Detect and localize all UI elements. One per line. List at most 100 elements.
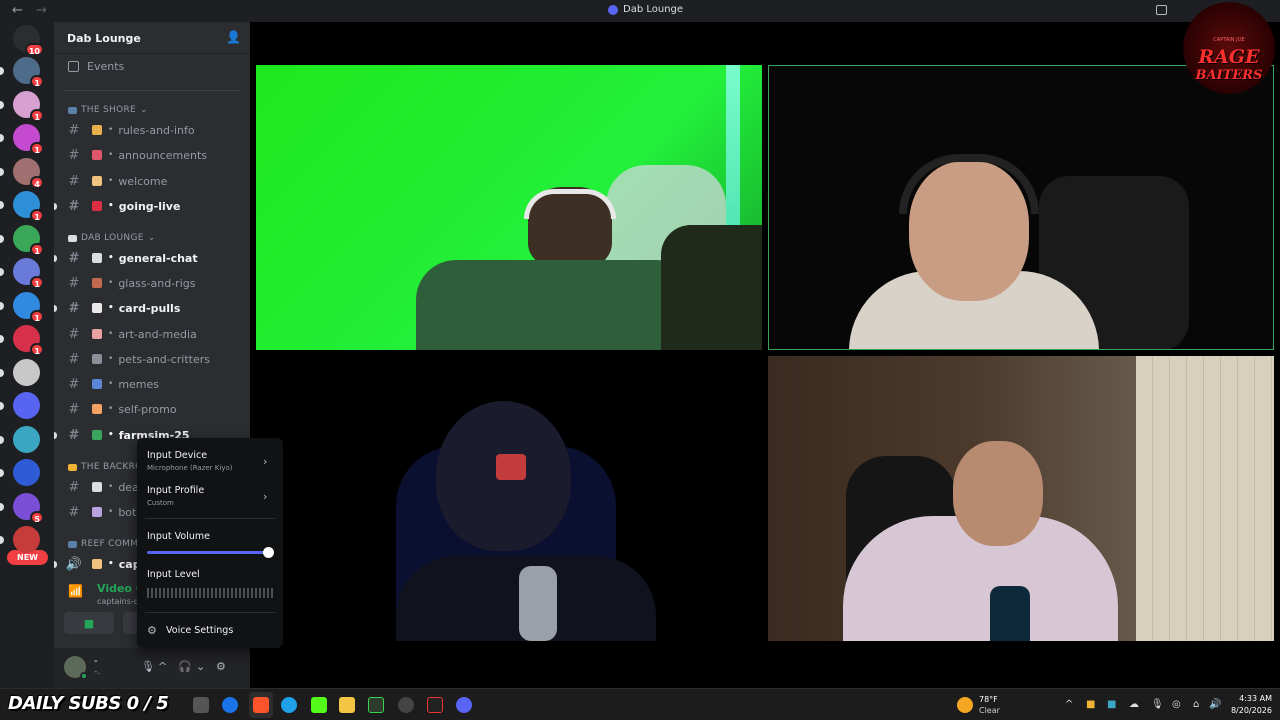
inbox-icon[interactable] [1156, 5, 1167, 15]
obs-icon[interactable] [398, 697, 414, 713]
channel-general-chat[interactable]: # • general-chat [62, 247, 242, 269]
server-icon[interactable]: 1 [13, 325, 44, 356]
tray-app-icon[interactable]: ■ [1086, 699, 1095, 710]
server-icon[interactable]: 1 [13, 224, 44, 256]
server-icon[interactable]: 5 [13, 492, 44, 524]
chevron-right-icon[interactable]: › [263, 455, 267, 468]
events-label: Events [87, 60, 125, 73]
volume-icon[interactable]: 🔊 [1209, 699, 1221, 710]
server-icon[interactable]: 1 [13, 291, 44, 323]
server-icon[interactable] [13, 425, 40, 453]
brave-browser-icon[interactable] [253, 697, 269, 713]
server-icon[interactable]: 1 [13, 124, 44, 155]
server-header[interactable]: Dab Lounge ⌄ 👤 [54, 22, 250, 54]
app-icon[interactable] [368, 697, 384, 713]
unread-indicator [0, 502, 4, 511]
video-tile-3[interactable] [256, 356, 762, 641]
streamer-logo: CAPTAIN JOE RAGE BAITERS [1183, 2, 1275, 94]
signal-icon[interactable]: 📶 [68, 584, 84, 600]
video-tile-4[interactable] [768, 356, 1274, 641]
category-the-backroom[interactable]: THE BACKRO [68, 462, 143, 472]
unread-indicator [0, 67, 4, 75]
category-reef-comms[interactable]: REEF COMMS [68, 539, 144, 549]
server-icon[interactable]: 1 [13, 90, 44, 122]
unread-indicator [0, 435, 4, 444]
unread-badge: 4 [30, 175, 44, 189]
system-clock[interactable]: 4:33 AM 8/20/2026 [1224, 693, 1272, 717]
hash-icon: # [68, 275, 80, 291]
channel-emoji-icon [92, 430, 102, 440]
app-icon[interactable] [427, 697, 443, 713]
server-icon[interactable] [13, 526, 40, 553]
headphones-icon[interactable]: 🎧 [178, 660, 192, 673]
window-title-text: Dab Lounge [623, 4, 684, 15]
chevron-down-icon[interactable]: ⌄ [196, 660, 205, 673]
hash-icon: # [68, 351, 80, 367]
input-volume-slider[interactable] [147, 551, 269, 554]
channel-welcome[interactable]: # • welcome [62, 170, 242, 192]
category-the-shore[interactable]: THE SHORE ⌄ [68, 105, 148, 115]
edge-browser-icon[interactable] [281, 697, 297, 713]
network-icon[interactable]: ⌂ [1193, 699, 1199, 710]
unread-badge: 5 [30, 510, 44, 524]
channel-announcements[interactable]: # • announcements [62, 144, 242, 166]
channel-glass-and-rigs[interactable]: # • glass-and-rigs [62, 272, 242, 294]
chevron-down-icon: ⌄ [124, 30, 133, 41]
discord-icon[interactable] [456, 697, 472, 713]
video-tile-1[interactable] [256, 65, 762, 350]
server-icon[interactable] [13, 459, 40, 486]
server-icon[interactable]: 1 [13, 57, 44, 88]
channel-name: going-live [118, 199, 181, 213]
forward-arrow-icon[interactable]: → [36, 3, 47, 18]
task-view-icon[interactable] [193, 697, 209, 713]
channel-pets-and-critters[interactable]: # • pets-and-critters [62, 348, 242, 370]
camera-icon: ■ [83, 616, 95, 630]
server-icon [608, 4, 618, 15]
server-icon[interactable]: 1 [13, 258, 44, 289]
server-icon[interactable] [13, 358, 40, 386]
unread-badge: 1 [30, 108, 44, 122]
separator-dot: • [108, 303, 114, 313]
video-tile-2-speaking[interactable] [768, 65, 1274, 350]
channel-art-and-media[interactable]: # • art-and-media [62, 323, 242, 345]
input-device-title[interactable]: Input Device [147, 450, 207, 461]
input-volume-knob[interactable] [263, 547, 274, 558]
channel-going-live[interactable]: # • going-live [62, 195, 242, 217]
chevron-right-icon[interactable]: › [263, 490, 267, 503]
clock-time: 4:33 AM [1239, 694, 1272, 703]
kick-icon[interactable] [311, 697, 327, 713]
screen: ← → Dab Lounge 10 NEW 1114111115 Dab Lou… [0, 0, 1280, 720]
channel-name: glass-and-rigs [118, 276, 196, 290]
calendar-icon [68, 61, 79, 72]
channel-name: general-chat [118, 251, 198, 265]
channel-memes[interactable]: # • memes [62, 373, 242, 395]
microphone-icon[interactable]: 🎙 [141, 660, 155, 673]
category-dab-lounge[interactable]: DAB LOUNGE ⌄ [68, 233, 156, 243]
voice-settings-link[interactable]: Voice Settings [166, 625, 233, 636]
location-icon[interactable]: ◎ [1172, 699, 1181, 710]
events-item[interactable]: Events [68, 60, 124, 73]
gear-icon[interactable]: ⚙ [147, 624, 157, 637]
cloud-icon[interactable]: ☁ [1129, 699, 1139, 710]
input-profile-title[interactable]: Input Profile [147, 485, 204, 496]
channel-self-promo[interactable]: # • self-promo [62, 398, 242, 420]
camera-button[interactable]: ■ [64, 612, 114, 634]
server-icon[interactable]: 1 [13, 191, 44, 222]
app-icon[interactable] [222, 697, 238, 713]
channel-card-pulls[interactable]: # • card-pulls [62, 297, 242, 319]
channel-rules-and-info[interactable]: # • rules-and-info [62, 119, 242, 141]
file-explorer-icon[interactable] [339, 697, 355, 713]
unread-indicator [0, 368, 4, 377]
direct-messages-button[interactable]: 10 [13, 25, 44, 56]
chevron-up-icon[interactable]: ^ [1065, 699, 1073, 710]
server-icon[interactable]: 4 [13, 157, 44, 189]
server-icon[interactable] [13, 392, 40, 419]
chevron-up-icon[interactable]: ^ [158, 660, 167, 673]
separator-dot: • [108, 354, 114, 364]
invite-people-icon[interactable]: 👤 [226, 30, 241, 44]
microphone-icon[interactable]: 🎙 [1151, 699, 1164, 710]
gear-icon[interactable]: ⚙ [216, 660, 226, 673]
tray-app-icon[interactable]: ■ [1107, 699, 1116, 710]
username[interactable]: - [94, 656, 98, 667]
back-arrow-icon[interactable]: ← [12, 3, 23, 18]
